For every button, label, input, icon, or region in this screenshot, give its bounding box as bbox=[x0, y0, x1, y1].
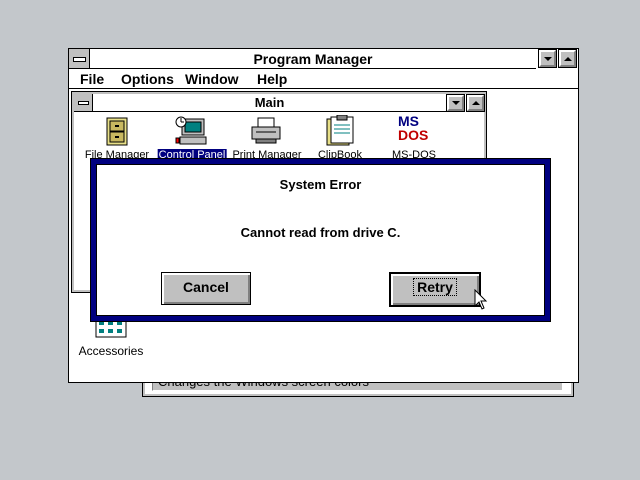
retry-button[interactable]: Retry bbox=[389, 272, 481, 307]
file-cabinet-icon[interactable] bbox=[106, 117, 128, 147]
menu-file[interactable]: File bbox=[80, 69, 104, 89]
main-system-menu-box[interactable] bbox=[74, 94, 93, 112]
main-maximize-button[interactable] bbox=[466, 94, 485, 112]
mouse-pointer-icon bbox=[474, 289, 488, 310]
ms-dos-logo-dos: DOS bbox=[398, 127, 429, 143]
window-title: Program Manager bbox=[90, 49, 536, 69]
maximize-arrow-icon bbox=[471, 101, 480, 105]
ms-dos-logo-ms: MS bbox=[398, 113, 419, 129]
system-menu-icon bbox=[78, 101, 89, 105]
printer-icon[interactable] bbox=[250, 117, 282, 145]
minimize-arrow-icon bbox=[451, 101, 460, 105]
system-menu-icon bbox=[73, 57, 86, 62]
clipbook-icon[interactable] bbox=[324, 115, 356, 147]
menu-help[interactable]: Help bbox=[257, 69, 287, 89]
system-menu-box[interactable] bbox=[69, 49, 90, 69]
menu-options[interactable]: Options bbox=[121, 69, 174, 89]
icon-label-accessories[interactable]: Accessories bbox=[79, 344, 144, 358]
dialog-message: Cannot read from drive C. bbox=[240, 225, 401, 240]
ms-dos-icon[interactable]: MS DOS bbox=[398, 114, 430, 148]
minimize-arrow-icon bbox=[543, 56, 552, 61]
retry-button-label: Retry bbox=[413, 278, 457, 296]
minimize-button[interactable] bbox=[538, 49, 557, 68]
control-panel-icon[interactable] bbox=[174, 115, 208, 147]
cancel-button[interactable]: Cancel bbox=[161, 272, 251, 305]
maximize-arrow-icon bbox=[563, 56, 572, 61]
menu-window[interactable]: Window bbox=[185, 69, 239, 89]
main-window-title: Main bbox=[93, 94, 446, 112]
dialog-title: System Error bbox=[279, 177, 362, 192]
maximize-button[interactable] bbox=[558, 49, 577, 68]
menu-bar: File Options Window Help bbox=[69, 69, 578, 89]
main-minimize-button[interactable] bbox=[446, 94, 465, 112]
